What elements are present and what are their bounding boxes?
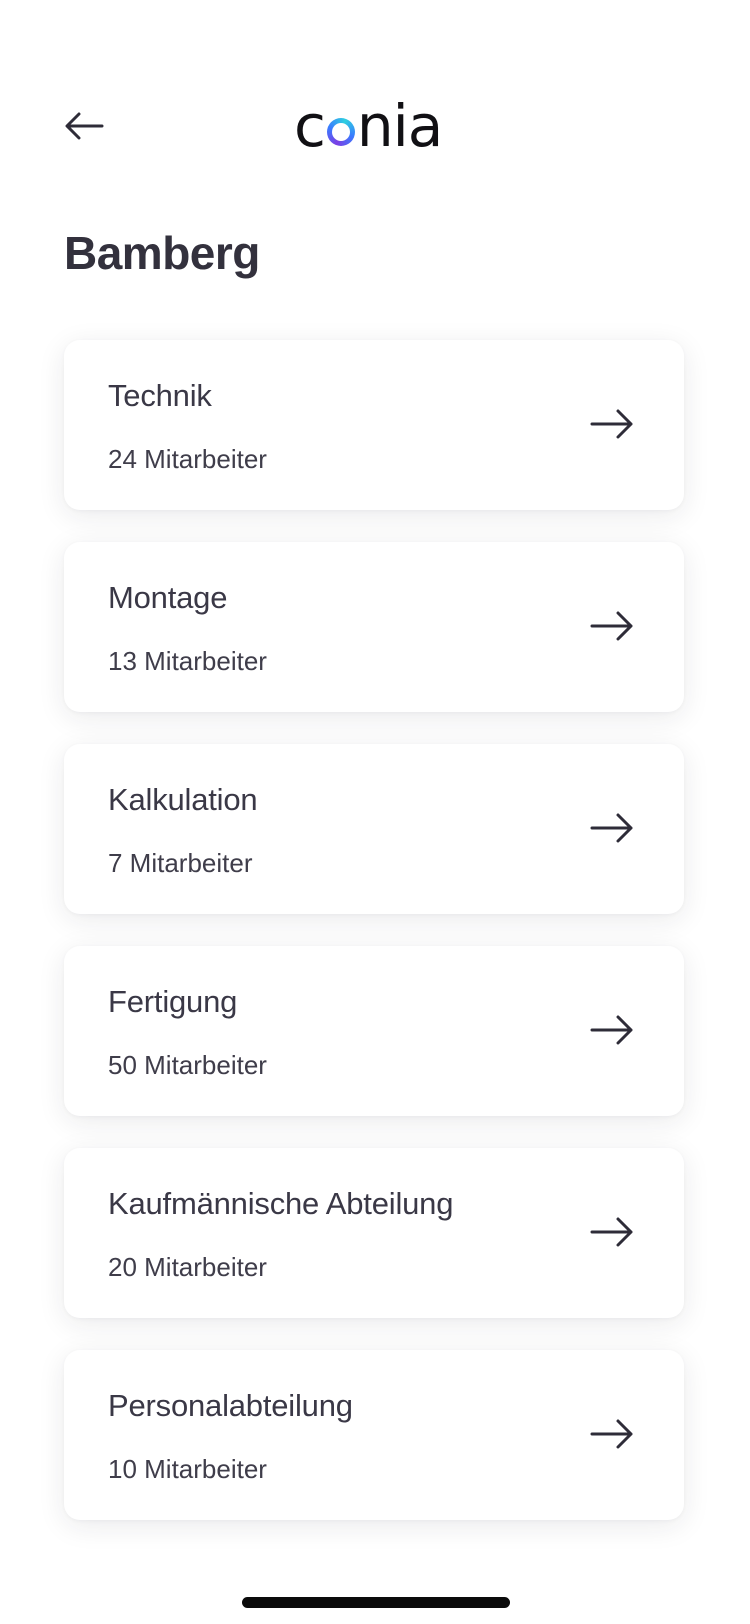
- employee-count: 13 Mitarbeiter: [108, 646, 267, 676]
- arrow-right-icon: [590, 1217, 633, 1247]
- department-name: Fertigung: [108, 984, 238, 1019]
- employee-count: 7 Mitarbeiter: [108, 848, 253, 878]
- page-title: Bamberg: [64, 227, 260, 279]
- conia-logo: c nia: [294, 92, 443, 160]
- department-name: Kaufmännische Abteilung: [108, 1186, 454, 1221]
- arrow-right-icon: [590, 1419, 633, 1449]
- department-list: Technik 24 Mitarbeiter Montage 13 Mitarb…: [64, 340, 684, 1552]
- department-name: Technik: [108, 378, 212, 413]
- arrow-right-icon: [590, 409, 633, 439]
- department-name: Kalkulation: [108, 782, 258, 817]
- logo-ring: [327, 118, 355, 146]
- arrow-right-icon: [590, 611, 633, 641]
- department-card-kalkulation[interactable]: Kalkulation 7 Mitarbeiter: [64, 744, 684, 914]
- department-card-personalabteilung[interactable]: Personalabteilung 10 Mitarbeiter: [64, 1350, 684, 1520]
- employee-count: 24 Mitarbeiter: [108, 444, 267, 474]
- arrow-right-icon: [590, 813, 633, 843]
- employee-count: 10 Mitarbeiter: [108, 1454, 267, 1484]
- back-button[interactable]: [64, 106, 112, 146]
- department-name: Personalabteilung: [108, 1388, 353, 1423]
- logo-text-prefix: c: [294, 92, 326, 160]
- app-header: c nia: [0, 88, 750, 164]
- logo-text-suffix: nia: [356, 92, 443, 160]
- arrow-left-icon: [65, 112, 104, 140]
- arrow-right-icon: [590, 1015, 633, 1045]
- department-card-technik[interactable]: Technik 24 Mitarbeiter: [64, 340, 684, 510]
- employee-count: 50 Mitarbeiter: [108, 1050, 267, 1080]
- department-card-montage[interactable]: Montage 13 Mitarbeiter: [64, 542, 684, 712]
- department-name: Montage: [108, 580, 228, 615]
- employee-count: 20 Mitarbeiter: [108, 1252, 267, 1282]
- department-card-kaufmaennische-abteilung[interactable]: Kaufmännische Abteilung 20 Mitarbeiter: [64, 1148, 684, 1318]
- home-indicator[interactable]: [242, 1597, 510, 1608]
- department-card-fertigung[interactable]: Fertigung 50 Mitarbeiter: [64, 946, 684, 1116]
